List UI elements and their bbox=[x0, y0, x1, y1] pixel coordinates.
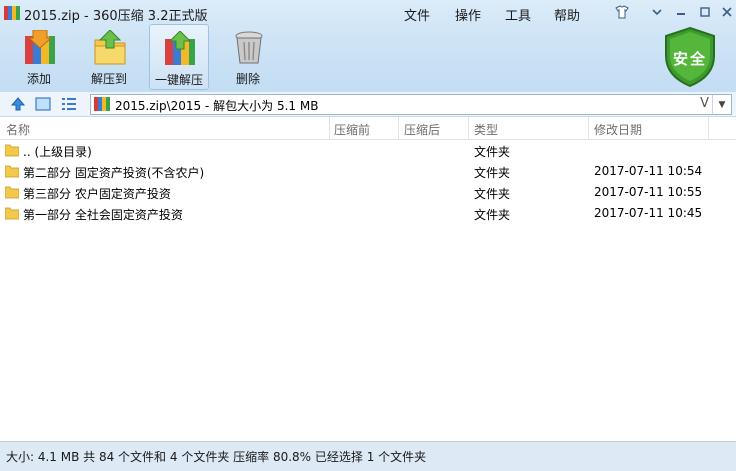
column-type[interactable]: 类型 bbox=[474, 121, 498, 138]
table-row[interactable]: .. (上级目录) 文件夹 bbox=[0, 140, 736, 161]
address-bar[interactable]: 2015.zip\2015 - 解包大小为 5.1 MB V ▼ bbox=[90, 94, 732, 115]
menu-operate[interactable]: 操作 bbox=[455, 5, 481, 24]
menu-chevron-icon[interactable] bbox=[646, 4, 668, 20]
column-divider[interactable] bbox=[398, 117, 399, 139]
extract-folder-icon bbox=[94, 30, 126, 65]
close-icon[interactable] bbox=[716, 4, 736, 20]
app-window: 2015.zip - 360压缩 3.2正式版 文件 操作 工具 帮助 添加 解… bbox=[0, 0, 736, 471]
row-type: 文件夹 bbox=[474, 166, 511, 180]
address-row: 2015.zip\2015 - 解包大小为 5.1 MB V ▼ bbox=[0, 92, 736, 117]
file-list: .. (上级目录) 文件夹 第二部分 固定资产投资(不含农户) 文件夹 2017… bbox=[0, 140, 736, 224]
row-type: 文件夹 bbox=[474, 208, 511, 222]
add-label: 添加 bbox=[26, 72, 51, 86]
up-arrow-icon[interactable] bbox=[10, 96, 26, 112]
menu-file[interactable]: 文件 bbox=[404, 5, 430, 24]
archive-icon bbox=[4, 6, 20, 20]
column-divider[interactable] bbox=[468, 117, 469, 139]
address-view-mark[interactable]: V bbox=[700, 96, 709, 111]
row-name: 第二部分 固定资产投资(不含农户) bbox=[23, 166, 205, 180]
column-divider[interactable] bbox=[329, 117, 330, 139]
row-type: 文件夹 bbox=[474, 187, 511, 201]
delete-label: 删除 bbox=[235, 72, 260, 86]
row-date: 2017-07-11 10:45 bbox=[594, 206, 703, 220]
title-toolbar-area: 2015.zip - 360压缩 3.2正式版 文件 操作 工具 帮助 添加 解… bbox=[0, 0, 736, 93]
extract-to-button[interactable]: 解压到 bbox=[80, 24, 138, 88]
row-date: 2017-07-11 10:55 bbox=[594, 185, 703, 199]
row-type: 文件夹 bbox=[474, 145, 511, 159]
folder-icon bbox=[5, 165, 19, 178]
address-path: 2015.zip\2015 - 解包大小为 5.1 MB bbox=[115, 99, 319, 113]
row-name: 第三部分 农户固定资产投资 bbox=[23, 187, 171, 201]
menu-help[interactable]: 帮助 bbox=[554, 5, 580, 24]
table-row[interactable]: 第一部分 全社会固定资产投资 文件夹 2017-07-11 10:45 bbox=[0, 203, 736, 224]
add-button[interactable]: 添加 bbox=[10, 24, 68, 88]
one-click-extract-icon bbox=[165, 31, 195, 65]
address-dropdown-icon[interactable]: ▼ bbox=[712, 95, 731, 114]
status-text: 大小: 4.1 MB 共 84 个文件和 4 个文件夹 压缩率 80.8% 已经… bbox=[6, 450, 427, 464]
minimize-icon[interactable] bbox=[670, 4, 692, 20]
window-title: 2015.zip - 360压缩 3.2正式版 bbox=[24, 9, 208, 24]
large-icon-view-icon[interactable] bbox=[35, 96, 51, 112]
list-view-icon[interactable] bbox=[61, 96, 77, 112]
one-click-extract-button[interactable]: 一键解压 bbox=[149, 24, 209, 90]
folder-icon bbox=[5, 186, 19, 199]
add-archive-icon bbox=[25, 30, 55, 64]
column-header-row: 名称 压缩前 压缩后 类型 修改日期 bbox=[0, 117, 736, 140]
column-size-before[interactable]: 压缩前 bbox=[334, 121, 370, 138]
folder-icon bbox=[5, 207, 19, 220]
column-divider[interactable] bbox=[708, 117, 709, 139]
status-bar: 大小: 4.1 MB 共 84 个文件和 4 个文件夹 压缩率 80.8% 已经… bbox=[0, 441, 736, 471]
column-modified[interactable]: 修改日期 bbox=[594, 121, 642, 138]
table-row[interactable]: 第二部分 固定资产投资(不含农户) 文件夹 2017-07-11 10:54 bbox=[0, 161, 736, 182]
extract-to-label: 解压到 bbox=[90, 72, 127, 86]
security-badge-label: 安全 bbox=[672, 50, 707, 68]
skin-icon[interactable] bbox=[611, 4, 633, 20]
column-size-after[interactable]: 压缩后 bbox=[404, 121, 440, 138]
row-date: 2017-07-11 10:54 bbox=[594, 164, 703, 178]
column-divider[interactable] bbox=[588, 117, 589, 139]
trash-icon bbox=[235, 31, 263, 64]
maximize-icon[interactable] bbox=[694, 4, 716, 20]
menu-tools[interactable]: 工具 bbox=[505, 5, 531, 24]
row-name: 第一部分 全社会固定资产投资 bbox=[23, 208, 183, 222]
delete-button[interactable]: 删除 bbox=[219, 24, 277, 88]
column-name[interactable]: 名称 bbox=[6, 121, 30, 138]
folder-icon bbox=[5, 144, 19, 157]
row-name: .. (上级目录) bbox=[23, 145, 92, 159]
archive-icon bbox=[94, 97, 110, 111]
one-click-extract-label: 一键解压 bbox=[154, 73, 203, 87]
table-row[interactable]: 第三部分 农户固定资产投资 文件夹 2017-07-11 10:55 bbox=[0, 182, 736, 203]
